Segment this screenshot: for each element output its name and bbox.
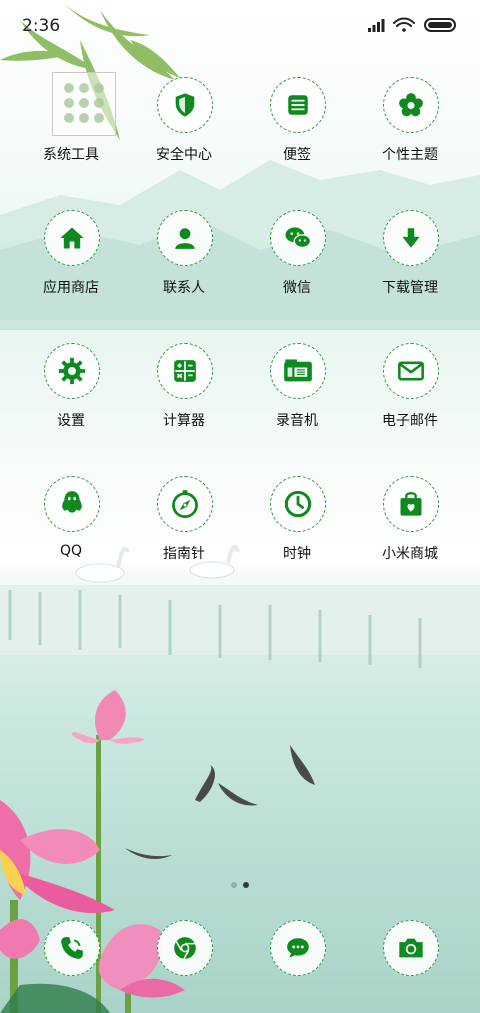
- recorder-icon: [270, 343, 326, 399]
- flower-icon: [383, 77, 439, 133]
- app-label: 系统工具: [43, 147, 99, 163]
- app-label: 个性主题: [382, 147, 438, 163]
- camera-icon: [383, 920, 439, 976]
- page-indicator: [228, 873, 252, 892]
- signal-icon: [368, 19, 385, 32]
- download-icon: [383, 210, 439, 266]
- app-label: 安全中心: [156, 147, 212, 163]
- clock-icon: [270, 476, 326, 532]
- penguin-icon: [44, 476, 100, 532]
- status-icons: [368, 15, 458, 35]
- app-label: 时钟: [283, 546, 311, 562]
- app-label: 下载管理: [382, 280, 438, 296]
- person-icon: [157, 210, 213, 266]
- notepad-icon: [270, 77, 326, 133]
- app-label: 应用商店: [43, 280, 99, 296]
- battery-icon: [424, 18, 456, 32]
- app-label: 设置: [57, 413, 85, 429]
- shield-icon: [157, 77, 213, 133]
- browser-icon: [157, 920, 213, 976]
- compass-icon: [157, 476, 213, 532]
- mail-icon: [383, 343, 439, 399]
- app-label: 便签: [283, 147, 311, 163]
- app-label: QQ: [59, 543, 83, 559]
- app-label: 微信: [283, 280, 311, 296]
- app-label: 指南针: [163, 546, 205, 562]
- status-bar: 2:36: [0, 0, 480, 52]
- app-label: 联系人: [163, 280, 205, 296]
- phone-icon: [44, 920, 100, 976]
- page-dot[interactable]: [231, 882, 237, 888]
- gear-icon: [44, 343, 100, 399]
- folder-grid-icon: [52, 72, 116, 136]
- app-label: 计算器: [163, 413, 205, 429]
- clock-time: 2:36: [22, 16, 61, 36]
- wechat-icon: [270, 210, 326, 266]
- dock: [0, 920, 480, 990]
- app-label: 小米商城: [382, 546, 438, 562]
- home-icon: [44, 210, 100, 266]
- calculator-icon: [157, 343, 213, 399]
- app-label: 电子邮件: [382, 413, 438, 429]
- app-label: 录音机: [276, 413, 318, 429]
- page-dot-active[interactable]: [243, 882, 249, 888]
- shopping-bag-icon: [383, 476, 439, 532]
- message-icon: [270, 920, 326, 976]
- wifi-icon: [393, 17, 415, 32]
